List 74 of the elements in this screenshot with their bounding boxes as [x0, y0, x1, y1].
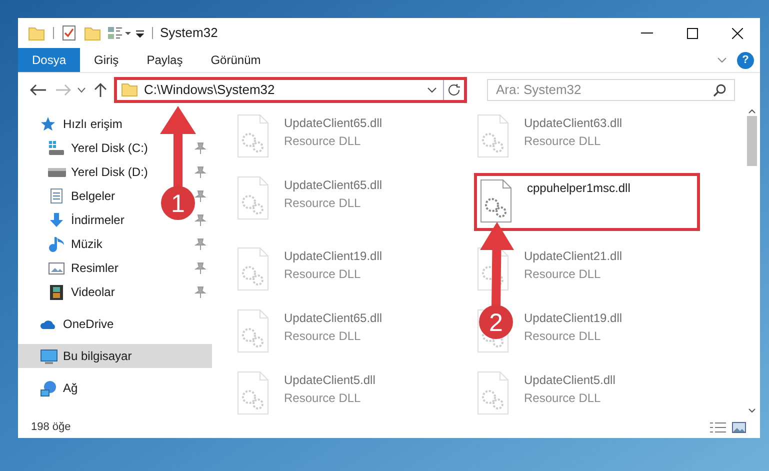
sidebar-item[interactable]: Müzik	[48, 232, 144, 256]
forward-arrow-icon[interactable]	[56, 84, 71, 96]
file-name[interactable]: UpdateClient65.dll	[284, 309, 382, 327]
file-name[interactable]: UpdateClient19.dll	[284, 247, 382, 265]
file-type: Resource DLL	[284, 195, 362, 212]
file-type: Resource DLL	[524, 328, 602, 345]
window-title: System32	[160, 24, 218, 42]
file-name[interactable]: UpdateClient65.dll	[284, 176, 382, 194]
sidebar-item[interactable]: Videolar	[48, 280, 144, 304]
file-item[interactable]: cppuhelper1msc.dll	[474, 173, 700, 231]
pin-icon[interactable]	[194, 214, 206, 226]
folder-icon[interactable]	[28, 24, 45, 42]
file-name[interactable]: UpdateClient63.dll	[524, 114, 622, 132]
file-name[interactable]: cppuhelper1msc.dll	[527, 179, 630, 197]
file-name[interactable]: UpdateClient5.dll	[284, 371, 376, 389]
sidebar-item[interactable]: Belgeler	[48, 184, 144, 208]
file-type: Resource DLL	[524, 266, 602, 283]
file-name[interactable]: UpdateClient19.dll	[524, 309, 622, 327]
file-type: Resource DLL	[284, 328, 362, 345]
details-view-icon[interactable]	[710, 422, 726, 432]
search-field[interactable]: Ara: System32	[487, 78, 735, 100]
refresh-icon[interactable]	[448, 84, 460, 96]
scroll-up-icon[interactable]	[748, 109, 756, 114]
pin-icon[interactable]	[194, 262, 206, 274]
item-count: 198 öğe	[31, 420, 71, 435]
ribbon-tab[interactable]: Giriş	[80, 48, 133, 72]
search-icon[interactable]	[713, 82, 727, 96]
checklist-icon[interactable]	[62, 25, 76, 41]
help-button[interactable]: ?	[737, 52, 754, 68]
scrollbar-thumb[interactable]	[747, 116, 757, 166]
minimize-icon[interactable]	[641, 32, 653, 34]
ribbon-tab[interactable]: Paylaş	[132, 48, 197, 72]
chevron-down-icon[interactable]	[427, 86, 437, 92]
step-badge: 1	[161, 186, 195, 220]
layout-icon[interactable]	[107, 25, 131, 41]
file-name[interactable]: UpdateClient5.dll	[524, 371, 616, 389]
computer-icon	[40, 348, 58, 364]
pin-icon[interactable]	[194, 238, 206, 250]
dll-file-icon[interactable]	[480, 179, 513, 224]
file-type: Resource DLL	[284, 266, 362, 283]
address-field[interactable]: C:\Windows\System32	[114, 76, 467, 102]
sidebar-item[interactable]: İndirmeler	[48, 208, 144, 232]
file-type: Resource DLL	[524, 133, 602, 150]
folder-icon	[121, 81, 138, 98]
file-name[interactable]: UpdateClient65.dll	[284, 114, 382, 132]
sidebar-item[interactable]: Hızlı erişim	[18, 112, 212, 136]
sidebar-item[interactable]: Bu bilgisayar	[18, 344, 212, 368]
sidebar-item[interactable]: Resimler	[48, 256, 144, 280]
ribbon-tab[interactable]: Görünüm	[196, 48, 275, 72]
film-icon	[48, 284, 66, 300]
chevron-down-icon[interactable]	[77, 86, 86, 92]
file-type: Resource DLL	[284, 390, 362, 407]
music-note-icon	[48, 236, 66, 252]
sidebar-item[interactable]: OneDrive	[18, 312, 212, 336]
close-icon[interactable]	[732, 28, 743, 38]
pin-icon[interactable]	[194, 286, 206, 298]
sidebar-item[interactable]: Ağ	[18, 376, 212, 400]
pin-icon[interactable]	[194, 142, 206, 154]
download-arrow-icon	[48, 212, 66, 228]
file-type: Resource DLL	[524, 390, 602, 407]
thumbnails-view-icon[interactable]	[732, 422, 746, 432]
maximize-icon[interactable]	[687, 28, 698, 38]
drive-icon	[48, 140, 66, 156]
ribbon-tab[interactable]: Dosya	[18, 48, 80, 72]
file-type: Resource DLL	[284, 133, 362, 150]
new-folder-icon[interactable]	[84, 24, 101, 42]
network-icon	[40, 380, 58, 396]
back-arrow-icon[interactable]	[30, 84, 46, 96]
image-icon	[48, 260, 66, 276]
scroll-down-icon[interactable]	[748, 408, 756, 413]
file-name[interactable]: UpdateClient21.dll	[524, 247, 622, 265]
up-arrow-icon[interactable]	[94, 82, 107, 96]
pin-icon[interactable]	[194, 190, 206, 202]
pin-icon[interactable]	[194, 166, 206, 178]
